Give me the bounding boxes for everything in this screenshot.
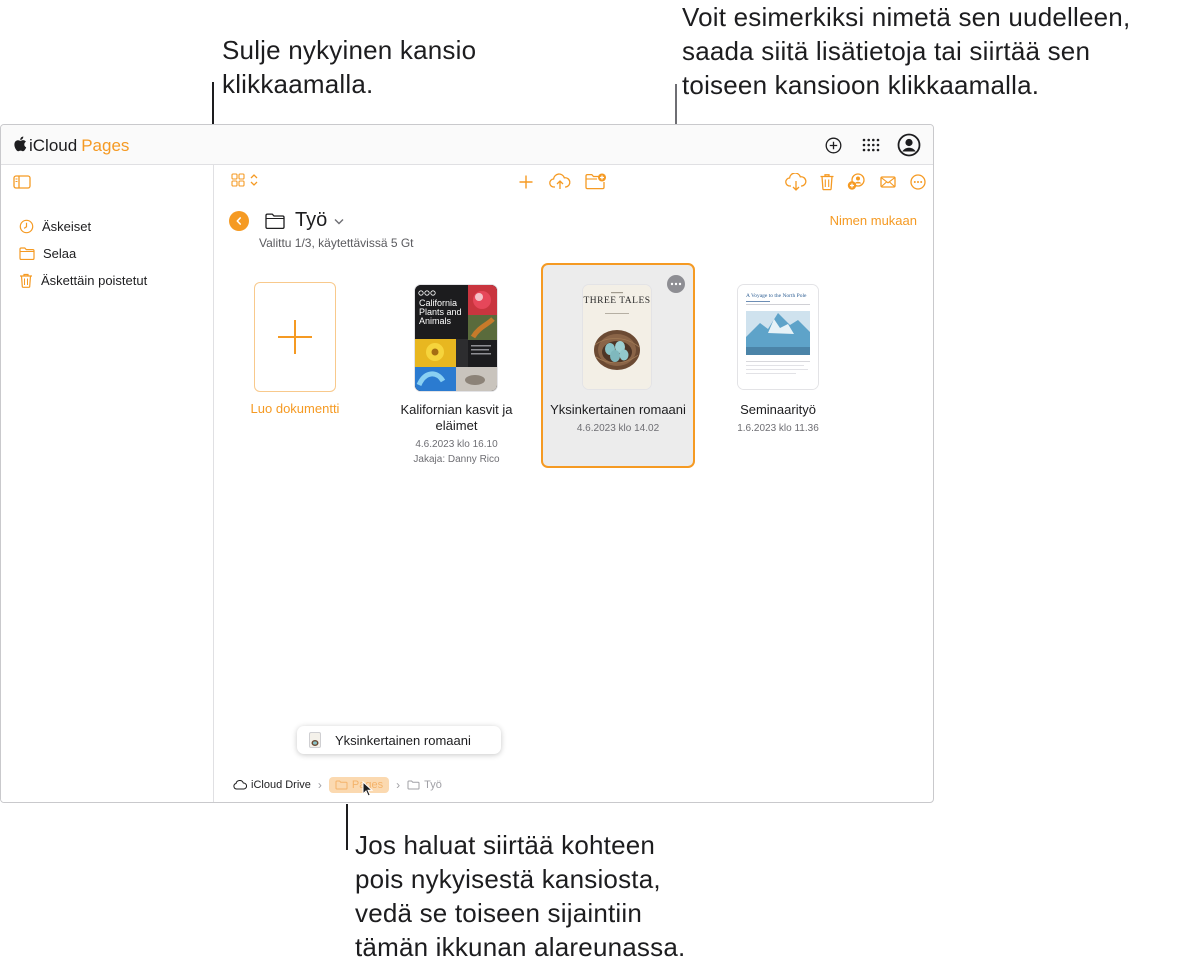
document-shared-by: Jakaja: Danny Rico <box>413 454 500 465</box>
callout-line-1: Sulje nykyinen kansio <box>222 35 477 65</box>
clock-icon <box>19 219 34 234</box>
callout-line-2: pois nykyisestä kansiosta, <box>355 864 661 894</box>
document-thumbnail-title: THREE TALES <box>583 296 651 306</box>
app-brand[interactable]: iCloud Pages <box>13 136 129 156</box>
thumb-title-line: Animals <box>419 316 452 326</box>
callout-line-1: Jos haluat siirtää kohteen <box>355 830 656 860</box>
back-button[interactable] <box>229 210 249 231</box>
sidebar-item-browse[interactable]: Selaa <box>19 240 147 267</box>
breadcrumb-separator: › <box>317 778 322 792</box>
breadcrumb-label: Työ <box>424 779 442 791</box>
document-card[interactable]: Seminaarityö 1.6.2023 klo 11.36 <box>718 402 838 436</box>
more-actions-button[interactable] <box>667 275 685 293</box>
breadcrumb-tyo[interactable]: Työ <box>407 779 442 791</box>
main-area: Työ Nimen mukaan Valittu 1/3, käytettävi… <box>215 165 933 802</box>
apple-logo-icon <box>13 136 27 156</box>
breadcrumb-separator: › <box>396 778 401 792</box>
mail-icon[interactable] <box>879 173 897 191</box>
upload-cloud-icon[interactable] <box>549 173 571 191</box>
toolbar-center <box>517 173 607 191</box>
toolbar-right <box>785 173 927 191</box>
new-document-button[interactable] <box>254 282 336 392</box>
document-thumbnail[interactable] <box>738 285 818 389</box>
document-mini-icon <box>309 732 321 748</box>
plus-icon[interactable] <box>517 173 535 191</box>
document-card[interactable]: Kalifornian kasvit ja eläimet 4.6.2023 k… <box>385 402 528 467</box>
document-date: 1.6.2023 klo 11.36 <box>737 423 819 434</box>
view-switcher[interactable] <box>231 173 259 187</box>
folder-icon <box>335 780 348 790</box>
add-circle-icon[interactable] <box>821 133 845 157</box>
callout-line-4: tämän ikkunan alareunassa. <box>355 932 686 962</box>
sidebar: Äskeiset Selaa Äskettäin poistetut <box>1 165 214 802</box>
sidebar-item-label: Äskettäin poistetut <box>41 273 148 288</box>
top-bar-actions <box>821 133 921 157</box>
plus-icon <box>278 320 312 354</box>
new-document-label[interactable]: Luo dokumentti <box>235 401 355 416</box>
more-icon[interactable] <box>909 173 927 191</box>
mouse-cursor-icon <box>362 781 374 797</box>
new-folder-icon[interactable] <box>585 173 607 190</box>
sidebar-toggle-icon[interactable] <box>13 175 31 194</box>
document-name-line: Kalifornian kasvit ja <box>400 402 513 417</box>
callout-more-actions: Voit esimerkiksi nimetä sen uudelleen, s… <box>682 0 1130 102</box>
breadcrumb-pages[interactable]: Pages <box>328 777 390 793</box>
document-date: 4.6.2023 klo 14.02 <box>576 423 660 434</box>
cloud-icon <box>233 780 247 790</box>
brand-icloud: iCloud <box>29 136 78 155</box>
document-name-line: eläimet <box>435 418 478 433</box>
collaborate-icon[interactable] <box>847 173 867 191</box>
ellipsis-icon <box>670 282 682 286</box>
sort-button[interactable]: Nimen mukaan <box>830 213 917 228</box>
document-name: Yksinkertainen romaani <box>550 402 686 417</box>
sidebar-item-recents[interactable]: Äskeiset <box>19 213 147 240</box>
document-date: 4.6.2023 klo 16.10 <box>415 439 498 450</box>
callout-line-3: vedä se toiseen sijaintiin <box>355 898 643 928</box>
brand-pages: Pages <box>81 136 130 155</box>
chevron-left-icon <box>236 216 241 225</box>
app-grid-icon[interactable] <box>859 133 883 157</box>
document-name: Seminaarityö <box>740 402 816 417</box>
sidebar-item-recently-deleted[interactable]: Äskettäin poistetut <box>19 267 147 294</box>
delete-icon[interactable] <box>819 173 835 191</box>
download-cloud-icon[interactable] <box>785 173 807 191</box>
trash-icon <box>20 273 32 288</box>
callout-drag-to-move: Jos haluat siirtää kohteen pois nykyises… <box>355 828 685 964</box>
folder-icon <box>19 247 35 260</box>
breadcrumb-label: iCloud Drive <box>251 779 311 791</box>
sidebar-item-label: Selaa <box>43 246 77 261</box>
chevron-down-icon[interactable] <box>333 216 345 226</box>
folder-title: Työ <box>295 209 328 231</box>
document-name: Kalifornian kasvit ja eläimet <box>385 402 528 434</box>
sidebar-list: Äskeiset Selaa Äskettäin poistetut <box>19 213 147 294</box>
account-icon[interactable] <box>897 133 921 157</box>
breadcrumb-icloud-drive[interactable]: iCloud Drive <box>233 779 311 791</box>
callout-line-3: toiseen kansioon klikkaamalla. <box>682 70 1040 100</box>
top-bar: iCloud Pages <box>1 125 933 165</box>
chevron-updown-icon <box>250 174 258 186</box>
dragged-item-label: Yksinkertainen romaani <box>335 732 471 748</box>
dragged-item[interactable]: Yksinkertainen romaani <box>297 726 501 754</box>
folder-header: Työ <box>229 209 345 232</box>
document-thumbnail-title: California Plants and Animals <box>419 299 469 326</box>
callout-line-1: Voit esimerkiksi nimetä sen uudelleen, <box>682 2 1131 32</box>
selection-status: Valittu 1/3, käytettävissä 5 Gt <box>259 236 414 250</box>
folder-icon <box>265 212 285 229</box>
callout-pointer-bottom <box>346 804 348 850</box>
document-thumbnail-title: A Voyage to the North Pole <box>746 293 807 299</box>
folder-icon <box>407 780 420 790</box>
sidebar-item-label: Äskeiset <box>42 219 92 234</box>
grid-view-icon <box>231 173 245 187</box>
document-card[interactable]: Yksinkertainen romaani 4.6.2023 klo 14.0… <box>541 402 695 436</box>
breadcrumb: iCloud Drive › Pages › Työ <box>233 777 442 793</box>
callout-line-2: saada siitä lisätietoja tai siirtää sen <box>682 36 1091 66</box>
callout-close-folder: Sulje nykyinen kansio klikkaamalla. <box>222 33 476 101</box>
app-window: iCloud Pages Äskeiset Selaa Äskettäin po… <box>0 124 934 803</box>
callout-line-2: klikkaamalla. <box>222 69 374 99</box>
